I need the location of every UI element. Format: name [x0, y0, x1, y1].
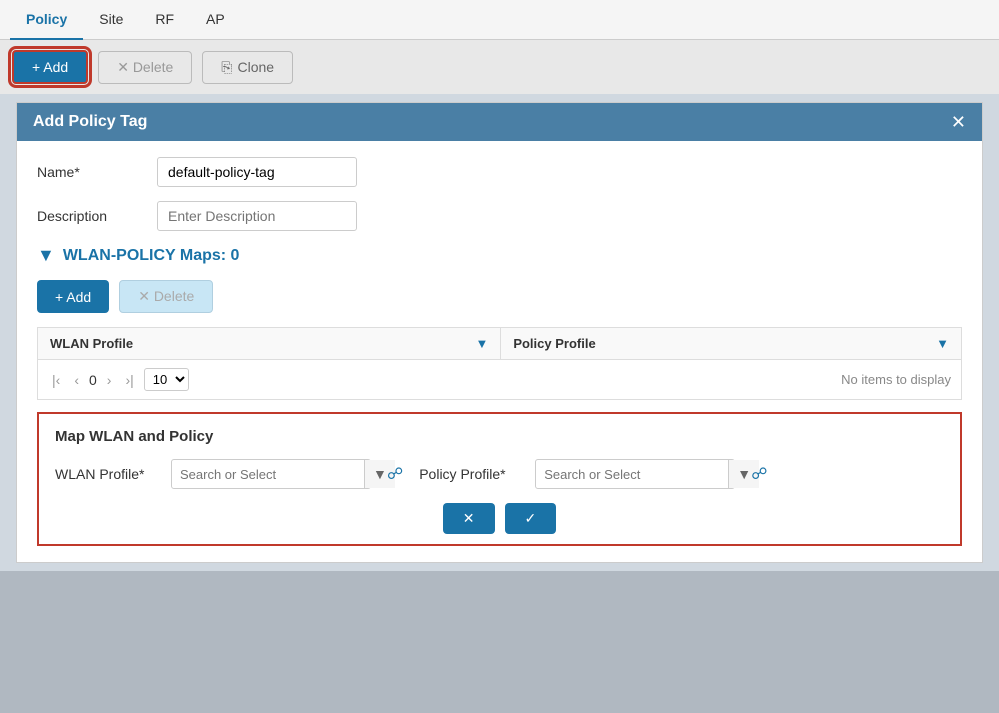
wlan-profile-header: WLAN Profile ▼ [38, 328, 501, 360]
map-wlan-policy-section: Map WLAN and Policy WLAN Profile* ▼ ☍ Po… [37, 412, 962, 546]
wlan-policy-table: WLAN Profile ▼ Policy Profile ▼ [37, 327, 962, 360]
tab-policy[interactable]: Policy [10, 0, 83, 40]
add-button[interactable]: + Add [12, 50, 88, 84]
pagination-row: |‹ ‹ 0 › ›| 10 25 50 No items to display [37, 360, 962, 400]
policy-filter-icon[interactable]: ▼ [936, 336, 949, 351]
chevron-down-icon: ▼ [37, 245, 55, 266]
wlan-filter-icon[interactable]: ▼ [475, 336, 488, 351]
last-page-button[interactable]: ›| [121, 370, 137, 390]
name-input[interactable] [157, 157, 357, 187]
first-page-button[interactable]: |‹ [48, 370, 64, 390]
per-page-select[interactable]: 10 25 50 [144, 368, 189, 391]
map-section-title: Map WLAN and Policy [55, 428, 944, 445]
next-page-button[interactable]: › [103, 370, 116, 390]
policy-profile-label: Policy Profile* [419, 466, 519, 482]
dialog-close-button[interactable]: ✕ [951, 113, 966, 131]
wlan-search-input[interactable] [172, 461, 364, 488]
description-label: Description [37, 208, 157, 224]
cancel-map-button[interactable]: ✕ [443, 503, 495, 534]
inner-toolbar: + Add ✕ Delete [37, 280, 962, 313]
add-wlan-button[interactable]: + Add [37, 280, 109, 313]
delete-wlan-button: ✕ Delete [119, 280, 213, 313]
policy-link-icon[interactable]: ☍ [751, 464, 767, 484]
clone-button[interactable]: ⎘ Clone [202, 51, 293, 84]
tab-rf[interactable]: RF [139, 0, 190, 40]
main-toolbar: + Add ✕ Delete ⎘ Clone [0, 40, 999, 94]
pagination-controls: |‹ ‹ 0 › ›| 10 25 50 [48, 368, 189, 391]
policy-profile-select[interactable]: ▼ [535, 459, 735, 489]
delete-button: ✕ Delete [98, 51, 192, 84]
name-row: Name* [37, 157, 962, 187]
tab-site[interactable]: Site [83, 0, 139, 40]
section-title: WLAN-POLICY Maps: 0 [63, 247, 240, 265]
dialog-body: Name* Description ▼ WLAN-POLICY Maps: 0 … [17, 141, 982, 562]
wlan-profile-select[interactable]: ▼ [171, 459, 371, 489]
map-action-buttons: ✕ ✓ [55, 503, 944, 534]
confirm-map-button[interactable]: ✓ [505, 503, 557, 534]
page-number: 0 [89, 372, 97, 388]
top-nav: Policy Site RF AP [0, 0, 999, 40]
dialog-title: Add Policy Tag [33, 113, 147, 131]
description-row: Description [37, 201, 962, 231]
clone-label: Clone [238, 59, 275, 75]
wlan-profile-label: WLAN Profile* [55, 466, 155, 482]
map-form-row: WLAN Profile* ▼ ☍ Policy Profile* ▼ ☍ [55, 459, 944, 489]
policy-search-input[interactable] [536, 461, 728, 488]
description-input[interactable] [157, 201, 357, 231]
tab-ap[interactable]: AP [190, 0, 241, 40]
add-policy-tag-dialog: Add Policy Tag ✕ Name* Description ▼ WLA… [16, 102, 983, 563]
dialog-header: Add Policy Tag ✕ [17, 103, 982, 141]
table-header-row: WLAN Profile ▼ Policy Profile ▼ [38, 328, 962, 360]
clone-icon: ⎘ [221, 59, 232, 76]
prev-page-button[interactable]: ‹ [70, 370, 83, 390]
wlan-policy-section-header: ▼ WLAN-POLICY Maps: 0 [37, 245, 962, 266]
name-label: Name* [37, 164, 157, 180]
main-content: Add Policy Tag ✕ Name* Description ▼ WLA… [0, 94, 999, 571]
policy-profile-header: Policy Profile ▼ [501, 328, 962, 360]
wlan-link-icon[interactable]: ☍ [387, 464, 403, 484]
no-items-text: No items to display [841, 372, 951, 387]
